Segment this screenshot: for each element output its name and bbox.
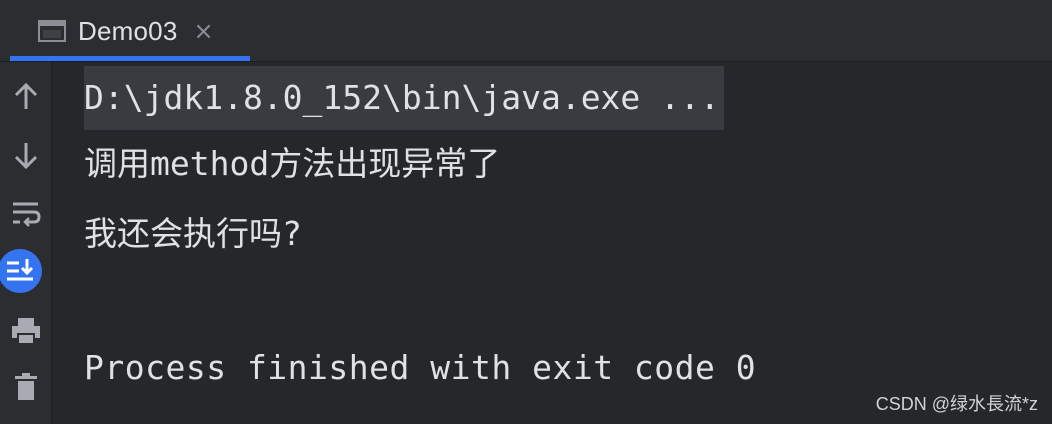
close-icon[interactable]: × xyxy=(193,19,213,43)
exit-message: Process finished with exit code 0 xyxy=(84,348,757,387)
console-toolbar xyxy=(0,62,52,424)
scroll-to-end-icon[interactable] xyxy=(0,246,52,296)
output-line: 调用method方法出现异常了 xyxy=(84,144,501,183)
tab-demo03[interactable]: Demo03 × xyxy=(10,0,250,62)
soft-wrap-icon[interactable] xyxy=(0,188,52,238)
print-icon[interactable] xyxy=(0,306,52,356)
active-tab-indicator xyxy=(10,56,250,61)
trash-icon[interactable] xyxy=(0,362,52,412)
arrow-down-icon[interactable] xyxy=(0,130,52,180)
watermark: CSDN @绿水長流*z xyxy=(875,394,1038,414)
tab-label: Demo03 xyxy=(78,15,178,46)
run-tool-window: Demo03 × D:\jdk1.8.0_152\bin\java.exe ..… xyxy=(0,0,1052,424)
output-line: 我还会执行吗? xyxy=(84,214,302,253)
run-tab-bar: Demo03 × xyxy=(0,0,1052,62)
console-output[interactable]: D:\jdk1.8.0_152\bin\java.exe ... 调用metho… xyxy=(52,62,1052,424)
console-window-icon xyxy=(38,20,66,42)
command-line[interactable]: D:\jdk1.8.0_152\bin\java.exe ... xyxy=(84,66,724,130)
arrow-up-icon[interactable] xyxy=(0,72,52,122)
scroll-to-end-active-bubble xyxy=(0,249,42,293)
